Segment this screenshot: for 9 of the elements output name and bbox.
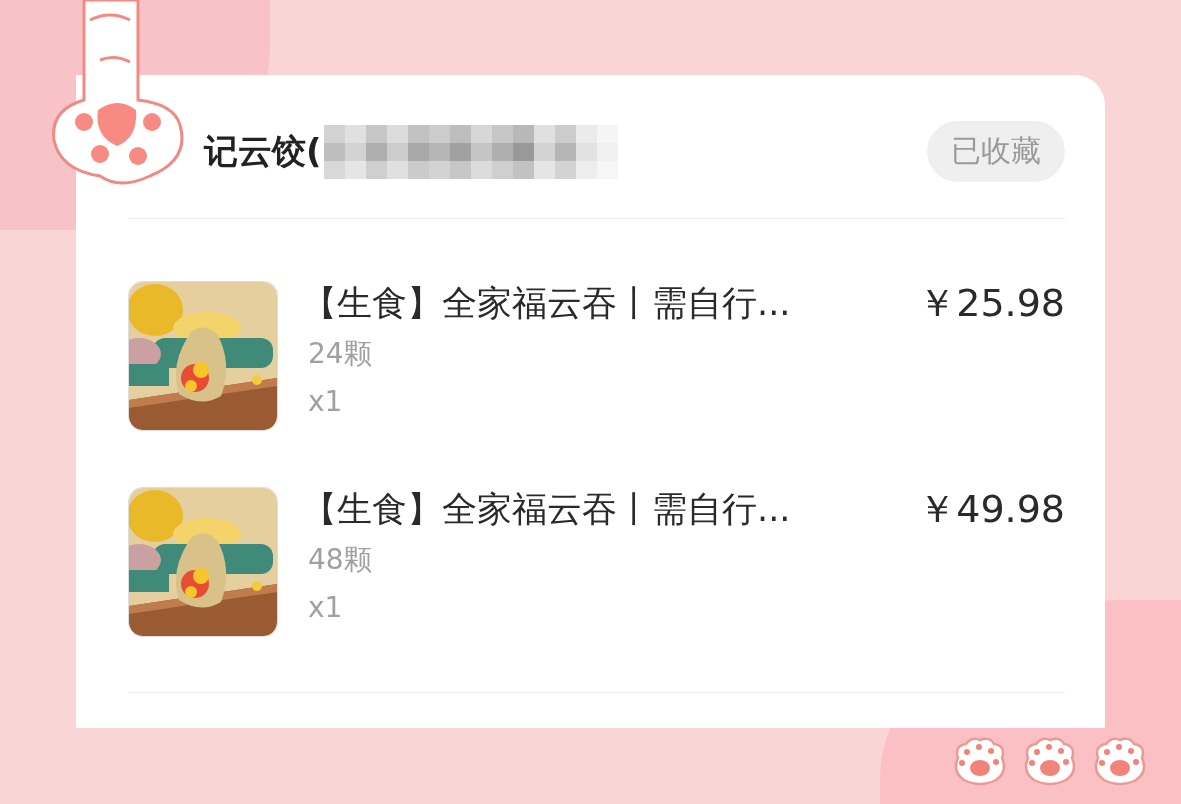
quantity: x1 (308, 590, 344, 626)
product-spec: 48颗 (308, 542, 373, 578)
price: ￥25.98 (918, 279, 1065, 327)
quantity: x1 (308, 384, 344, 420)
product-spec: 24颗 (308, 336, 373, 372)
price: ￥49.98 (918, 485, 1065, 533)
product-title[interactable]: 【生食】全家福云吞丨需自行... (302, 485, 791, 533)
product-title[interactable]: 【生食】全家福云吞丨需自行... (302, 279, 791, 327)
shop-name: 记云饺( (204, 129, 322, 173)
